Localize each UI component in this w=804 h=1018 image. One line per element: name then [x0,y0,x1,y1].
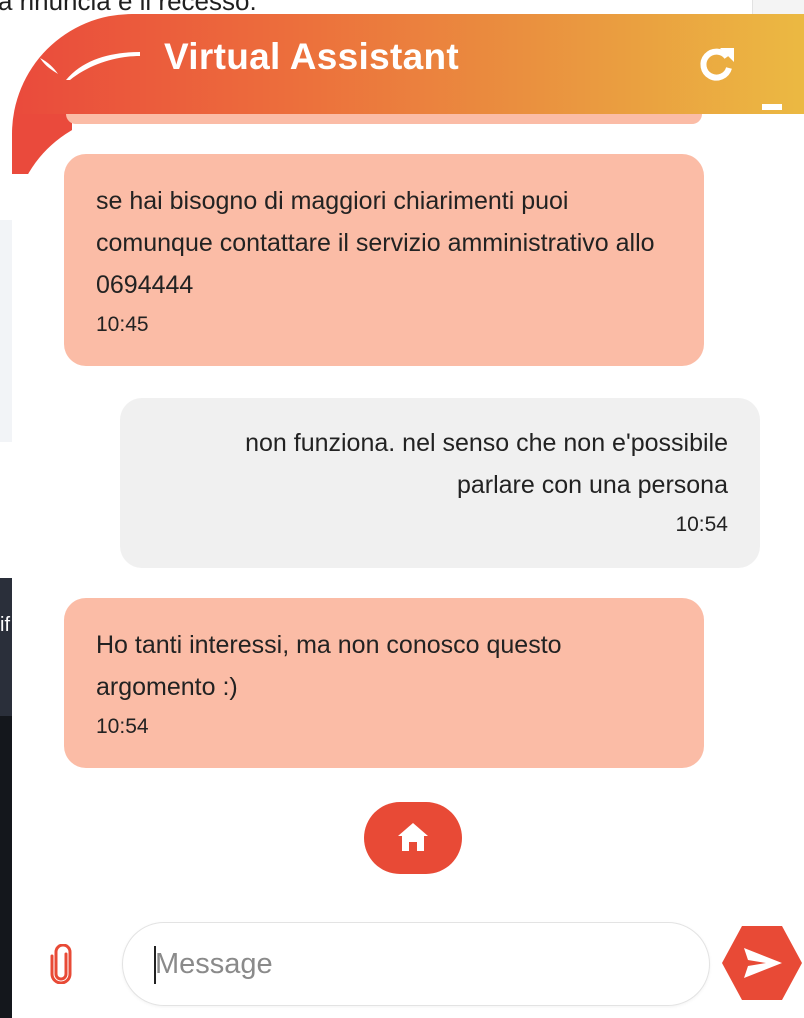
refresh-icon[interactable] [696,44,736,84]
background-side-text: if [0,614,10,636]
minimize-icon[interactable] [762,104,782,110]
message-input[interactable] [122,922,710,1006]
message-text: Ho tanti interessi, ma non conosco quest… [96,631,562,701]
background-left-panel [0,220,12,442]
bird-wing-icon [40,52,140,80]
chat-header: Virtual Assistant [12,14,804,114]
background-dark-panel-lower [0,716,12,1018]
chat-widget: Virtual Assistant se hai bisogno di magg… [12,14,804,1018]
bot-message: Ho tanti interessi, ma non conosco quest… [64,598,704,768]
message-text: non funziona. nel senso che non e'possib… [245,429,728,499]
chat-title: Virtual Assistant [164,36,460,77]
paperclip-icon[interactable] [48,944,76,984]
message-time: 10:54 [96,715,149,738]
user-message: non funziona. nel senso che non e'possib… [120,398,760,568]
home-icon [398,823,428,851]
send-button[interactable] [720,924,804,1002]
text-cursor [154,946,156,984]
message-time: 10:45 [96,313,149,336]
message-time: 10:54 [675,513,728,536]
previous-message-bubble [66,114,702,124]
bot-message: se hai bisogno di maggiori chiarimenti p… [64,154,704,366]
home-button[interactable] [364,802,462,874]
chat-messages: se hai bisogno di maggiori chiarimenti p… [12,114,804,914]
message-text: se hai bisogno di maggiori chiarimenti p… [96,187,655,299]
